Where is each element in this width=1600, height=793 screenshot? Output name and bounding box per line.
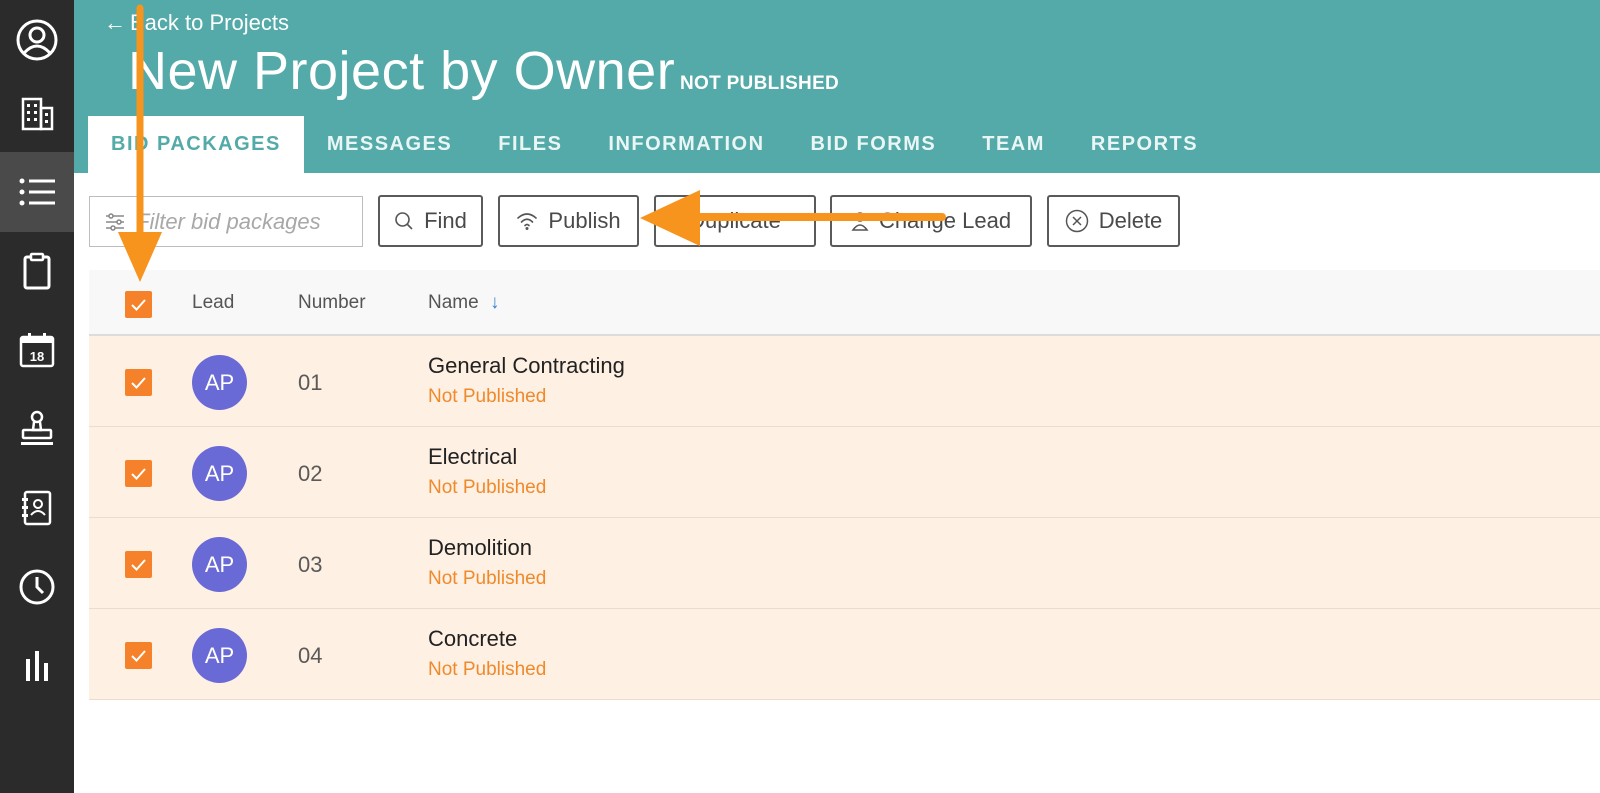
clipboard-icon xyxy=(23,252,51,290)
history-nav-item[interactable] xyxy=(0,547,74,627)
row-checkbox[interactable] xyxy=(125,642,152,669)
back-link-label: Back to Projects xyxy=(130,10,289,35)
contacts-book-icon xyxy=(22,490,52,526)
project-tabs: BID PACKAGES MESSAGES FILES INFORMATION … xyxy=(88,116,1221,173)
package-number: 01 xyxy=(298,370,323,395)
profile-nav-item[interactable] xyxy=(0,0,74,80)
tab-files[interactable]: FILES xyxy=(475,116,585,173)
checkmark-icon xyxy=(131,558,146,571)
package-name[interactable]: General Contracting xyxy=(428,353,625,379)
lead-avatar: AP xyxy=(192,537,247,592)
bid-packages-table: Lead Number Name ↓ AP 01 General Contrac… xyxy=(89,270,1600,700)
tab-messages[interactable]: MESSAGES xyxy=(304,116,475,173)
list-icon xyxy=(19,178,55,206)
column-header-name-label: Name xyxy=(428,292,479,313)
bar-chart-icon xyxy=(26,651,48,681)
filter-bid-packages xyxy=(89,196,363,247)
stamp-icon xyxy=(21,410,53,445)
sort-descending-icon: ↓ xyxy=(489,292,500,313)
back-arrow-icon: ← xyxy=(104,10,126,35)
calendar-icon: 18 xyxy=(19,333,55,368)
checkmark-icon xyxy=(131,649,146,662)
building-icon xyxy=(21,97,54,131)
select-all-checkbox[interactable] xyxy=(125,291,152,318)
find-button[interactable]: Find xyxy=(378,195,483,247)
companies-nav-item[interactable] xyxy=(0,73,74,153)
tab-reports[interactable]: REPORTS xyxy=(1068,116,1221,173)
package-number: 03 xyxy=(298,552,323,577)
delete-button[interactable]: Delete xyxy=(1047,195,1180,247)
table-row[interactable]: AP 04 Concrete Not Published xyxy=(89,609,1600,700)
filter-sliders-icon xyxy=(106,212,124,231)
package-name[interactable]: Electrical xyxy=(428,444,517,470)
table-row[interactable]: AP 03 Demolition Not Published xyxy=(89,518,1600,609)
publish-button[interactable]: Publish xyxy=(498,195,639,247)
duplicate-button-label: Duplicate xyxy=(689,208,781,233)
tab-team[interactable]: TEAM xyxy=(959,116,1068,173)
package-status: Not Published xyxy=(428,386,547,407)
directory-nav-item[interactable] xyxy=(0,468,74,548)
clock-icon xyxy=(19,569,55,605)
publish-button-label: Publish xyxy=(548,208,621,233)
package-name[interactable]: Concrete xyxy=(428,626,517,652)
row-checkbox[interactable] xyxy=(125,551,152,578)
project-title: New Project by Owner xyxy=(128,41,676,101)
checkmark-icon xyxy=(131,376,146,389)
column-header-number[interactable]: Number xyxy=(298,292,366,314)
column-header-lead[interactable]: Lead xyxy=(192,292,234,314)
checkmark-icon xyxy=(131,467,146,480)
lead-avatar: AP xyxy=(192,446,247,501)
package-status: Not Published xyxy=(428,659,547,680)
close-circle-icon xyxy=(1065,209,1088,233)
package-name[interactable]: Demolition xyxy=(428,535,532,561)
tab-information[interactable]: INFORMATION xyxy=(585,116,787,173)
approvals-nav-item[interactable] xyxy=(0,389,74,469)
table-row[interactable]: AP 01 General Contracting Not Published xyxy=(89,336,1600,427)
lead-avatar: AP xyxy=(192,628,247,683)
package-number: 04 xyxy=(298,643,323,668)
duplicate-button[interactable]: Duplicate xyxy=(654,195,816,247)
package-status: Not Published xyxy=(428,477,547,498)
change-lead-button-label: Change Lead xyxy=(878,208,1012,233)
column-header-name[interactable]: Name ↓ xyxy=(428,292,499,314)
calendar-day-number: 18 xyxy=(30,349,44,364)
tab-bid-forms[interactable]: BID FORMS xyxy=(788,116,960,173)
lead-avatar: AP xyxy=(192,355,247,410)
package-status: Not Published xyxy=(428,568,547,589)
table-row[interactable]: AP 02 Electrical Not Published xyxy=(89,427,1600,518)
bid-packages-nav-item[interactable] xyxy=(0,152,74,232)
search-icon xyxy=(395,212,413,230)
reports-nav-item[interactable] xyxy=(0,626,74,706)
project-header: ← Back to Projects New Project by Owner … xyxy=(74,0,1600,173)
profile-icon xyxy=(16,19,58,61)
package-number: 02 xyxy=(298,461,323,486)
row-checkbox[interactable] xyxy=(125,369,152,396)
row-checkbox[interactable] xyxy=(125,460,152,487)
tasks-nav-item[interactable] xyxy=(0,231,74,311)
checkmark-icon xyxy=(131,298,146,311)
calendar-nav-item[interactable]: 18 xyxy=(0,310,74,390)
app-sidebar: 18 xyxy=(0,0,74,793)
filter-input[interactable] xyxy=(136,208,336,235)
project-status-badge: NOT PUBLISHED xyxy=(680,73,840,94)
wifi-broadcast-icon xyxy=(517,213,538,230)
change-lead-button[interactable]: Change Lead xyxy=(830,195,1032,247)
tab-bid-packages[interactable]: BID PACKAGES xyxy=(88,116,304,173)
person-icon xyxy=(851,212,869,231)
table-header: Lead Number Name ↓ xyxy=(89,270,1600,336)
delete-button-label: Delete xyxy=(1098,208,1163,233)
find-button-label: Find xyxy=(424,208,467,233)
back-to-projects-link[interactable]: ← Back to Projects xyxy=(104,10,289,36)
